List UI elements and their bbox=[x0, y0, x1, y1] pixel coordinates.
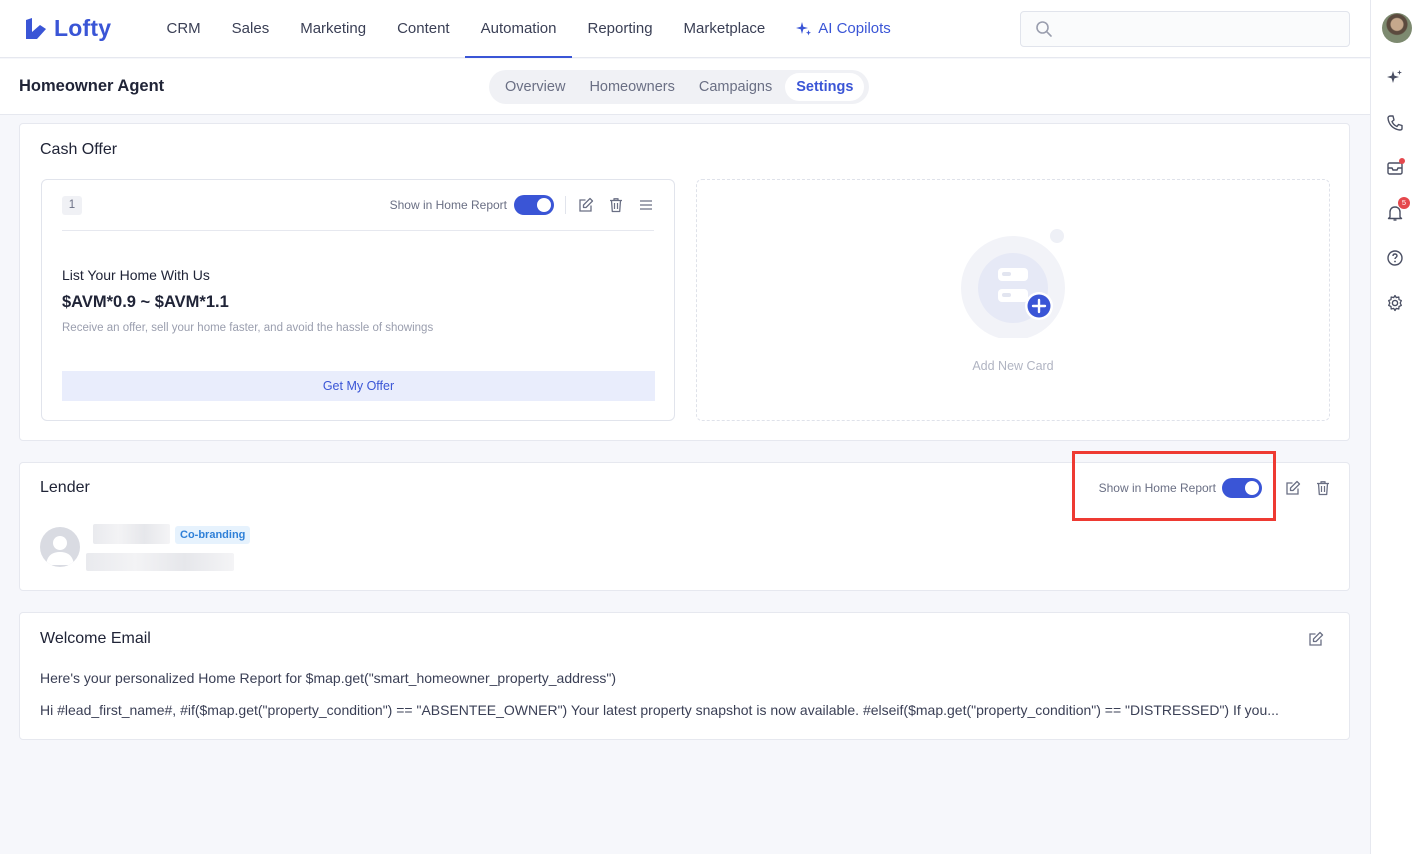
nav-content[interactable]: Content bbox=[382, 0, 466, 58]
section-tabs: Overview Homeowners Campaigns Settings bbox=[489, 70, 870, 104]
drag-handle-icon[interactable] bbox=[637, 196, 655, 214]
offer-heading: List Your Home With Us bbox=[62, 267, 210, 283]
co-branding-badge: Co-branding bbox=[175, 526, 251, 544]
nav-marketplace[interactable]: Marketplace bbox=[668, 0, 781, 58]
nav-crm[interactable]: CRM bbox=[151, 0, 216, 58]
add-card-illustration-icon bbox=[961, 229, 1065, 338]
nav-reporting[interactable]: Reporting bbox=[572, 0, 668, 58]
divider bbox=[565, 196, 566, 214]
cash-offer-panel: Cash Offer 1 Show in Home Report List Yo… bbox=[19, 123, 1350, 441]
cash-offer-title: Cash Offer bbox=[40, 141, 118, 158]
sub-header: Homeowner Agent Overview Homeowners Camp… bbox=[0, 59, 1370, 115]
ai-copilots-label: AI Copilots bbox=[818, 19, 891, 37]
lofty-logo-icon bbox=[26, 17, 46, 39]
edit-icon[interactable] bbox=[577, 196, 595, 214]
offer-price: $AVM*0.9 ~ $AVM*1.1 bbox=[62, 293, 229, 311]
cash-offer-card: 1 Show in Home Report List Your Home Wit… bbox=[41, 179, 675, 421]
tab-campaigns[interactable]: Campaigns bbox=[688, 73, 783, 101]
tab-overview[interactable]: Overview bbox=[494, 73, 576, 101]
page-title: Homeowner Agent bbox=[19, 77, 165, 95]
user-avatar[interactable] bbox=[1382, 13, 1412, 43]
lender-title: Lender bbox=[40, 479, 90, 496]
lender-trash-icon[interactable] bbox=[1314, 479, 1332, 497]
highlight-annotation bbox=[1072, 451, 1276, 521]
nav-sales[interactable]: Sales bbox=[216, 0, 285, 58]
search-icon bbox=[1036, 21, 1052, 37]
logo-text: Lofty bbox=[54, 15, 112, 41]
add-new-card-label: Add New Card bbox=[972, 359, 1054, 373]
right-rail: 5 bbox=[1370, 0, 1418, 854]
lender-name-redacted bbox=[93, 524, 170, 544]
card-divider bbox=[62, 230, 654, 231]
inbox-unread-dot bbox=[1399, 158, 1405, 164]
settings-gear-icon[interactable] bbox=[1385, 293, 1405, 313]
trash-icon[interactable] bbox=[607, 196, 625, 214]
tab-settings[interactable]: Settings bbox=[785, 73, 865, 101]
global-search-input[interactable] bbox=[1020, 11, 1350, 47]
card-actions: Show in Home Report bbox=[390, 195, 655, 215]
notification-badge: 5 bbox=[1398, 197, 1410, 209]
show-in-report-toggle[interactable] bbox=[514, 195, 554, 215]
welcome-email-body: Hi #lead_first_name#, #if($map.get("prop… bbox=[40, 702, 1279, 718]
tab-homeowners[interactable]: Homeowners bbox=[578, 73, 685, 101]
offer-description: Receive an offer, sell your home faster,… bbox=[62, 322, 434, 334]
show-in-report-label: Show in Home Report bbox=[389, 198, 507, 212]
top-nav: Lofty CRM Sales Marketing Content Automa… bbox=[0, 0, 1370, 58]
welcome-email-edit-icon[interactable] bbox=[1307, 630, 1325, 648]
nav-marketing[interactable]: Marketing bbox=[285, 0, 382, 58]
person-placeholder-icon bbox=[46, 536, 74, 565]
phone-icon[interactable] bbox=[1385, 113, 1405, 133]
lender-avatar bbox=[40, 527, 80, 567]
welcome-email-title: Welcome Email bbox=[40, 630, 151, 647]
nav-ai-copilots[interactable]: AI Copilots bbox=[781, 0, 907, 58]
welcome-email-subject: Here's your personalized Home Report for… bbox=[40, 670, 616, 686]
welcome-email-panel: Welcome Email Here's your personalized H… bbox=[19, 612, 1350, 740]
lofty-logo[interactable]: Lofty bbox=[24, 15, 134, 42]
main-nav: CRM Sales Marketing Content Automation R… bbox=[151, 0, 906, 58]
sparkle-icon bbox=[796, 21, 812, 35]
get-my-offer-button[interactable]: Get My Offer bbox=[62, 371, 655, 401]
lender-edit-icon[interactable] bbox=[1284, 479, 1302, 497]
help-icon[interactable] bbox=[1385, 248, 1405, 268]
ai-sparkle-icon[interactable] bbox=[1385, 68, 1405, 88]
lender-info-redacted bbox=[86, 553, 234, 571]
nav-automation[interactable]: Automation bbox=[465, 0, 572, 58]
add-new-card[interactable]: Add New Card bbox=[696, 179, 1330, 421]
card-index: 1 bbox=[62, 196, 82, 215]
